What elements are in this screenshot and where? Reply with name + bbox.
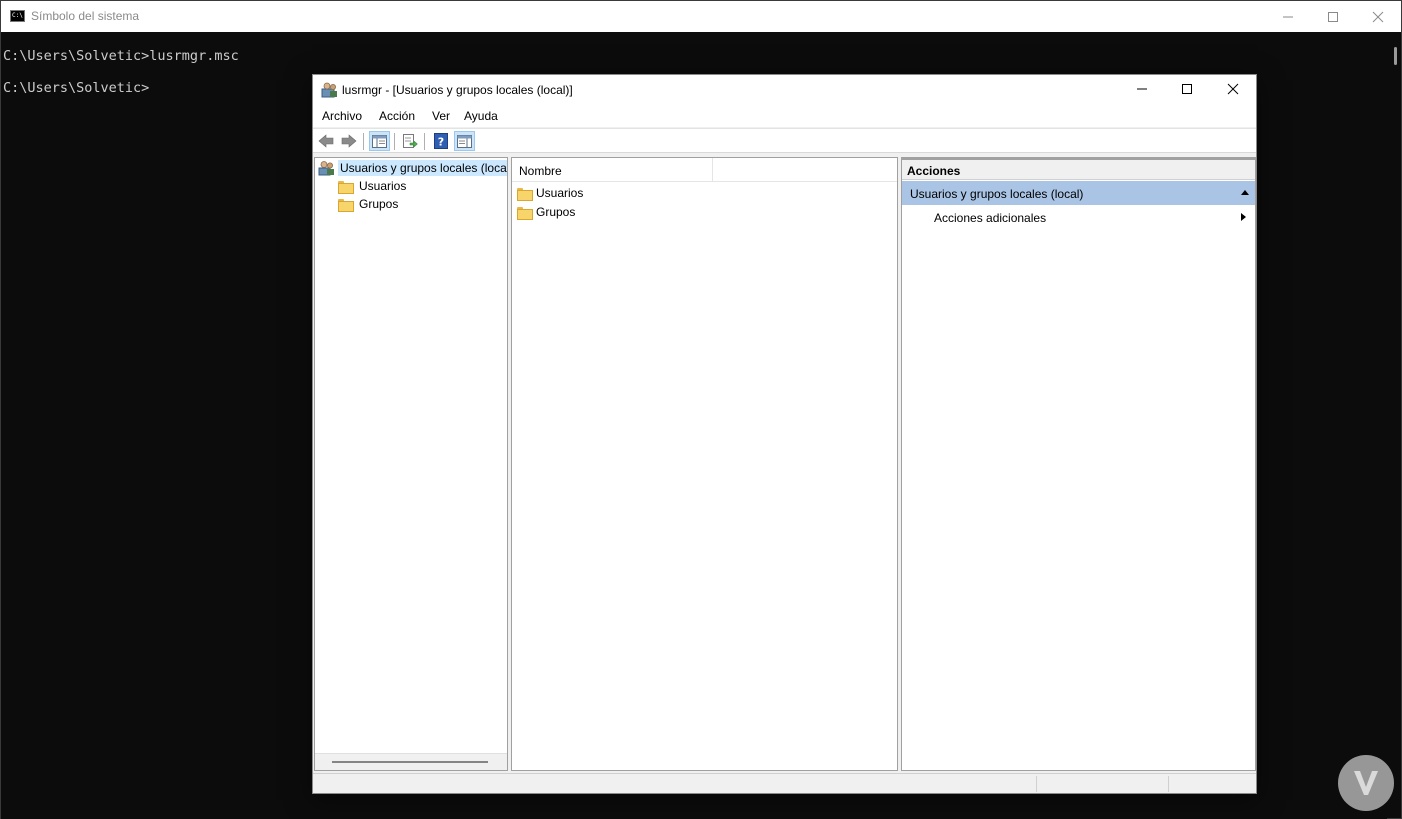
folder-icon (338, 180, 354, 194)
minimize-icon (1283, 16, 1293, 17)
status-bar (313, 773, 1256, 793)
toolbar: ? (313, 128, 1256, 153)
tree-item-root[interactable]: Usuarios y grupos locales (local) (318, 159, 507, 177)
menu-bar: Archivo Acción Ver Ayuda (313, 105, 1256, 127)
minimize-button[interactable] (1119, 75, 1165, 103)
export-list-icon (402, 134, 418, 148)
show-hide-console-tree-icon (372, 134, 387, 148)
scrollbar-thumb[interactable] (332, 761, 488, 763)
folder-icon (517, 206, 533, 220)
help-button[interactable]: ? (430, 131, 451, 151)
column-header-nombre[interactable]: Nombre (519, 164, 562, 178)
watermark-logo (1338, 755, 1394, 811)
collapse-arrow-icon[interactable] (1241, 190, 1249, 195)
console-minimize-button[interactable] (1265, 1, 1311, 32)
close-icon (1372, 11, 1384, 22)
actions-section-header[interactable]: Usuarios y grupos locales (local) (902, 181, 1255, 205)
help-icon: ? (433, 133, 448, 149)
maximize-icon (1182, 84, 1192, 94)
users-groups-icon (318, 161, 334, 176)
results-list-pane[interactable]: Nombre Usuarios Grupos (511, 157, 898, 771)
watermark-v-icon (1354, 771, 1378, 795)
forward-button[interactable] (338, 131, 359, 151)
folder-icon (517, 187, 533, 201)
console-app-icon (10, 10, 25, 22)
toolbar-separator (424, 133, 425, 150)
actions-header-label: Acciones (907, 164, 961, 178)
tree-horizontal-scrollbar[interactable] (315, 753, 507, 770)
menu-ver[interactable]: Ver (432, 109, 450, 123)
console-line: C:\Users\Solvetic>lusrmgr.msc (3, 48, 239, 64)
close-button[interactable] (1210, 75, 1256, 103)
back-icon (318, 134, 333, 148)
console-tree-pane[interactable]: Usuarios y grupos locales (local) Usuari… (314, 157, 508, 771)
folder-icon (338, 198, 354, 212)
list-header: Nombre (512, 158, 897, 182)
menu-accion[interactable]: Acción (379, 109, 415, 123)
menu-ayuda[interactable]: Ayuda (464, 109, 498, 123)
actions-header: Acciones (902, 158, 1255, 180)
submenu-arrow-icon (1241, 213, 1246, 221)
list-item-grupos[interactable]: Grupos (517, 203, 575, 221)
console-titlebar[interactable]: Símbolo del sistema (1, 1, 1401, 32)
tree-item-root-label: Usuarios y grupos locales (local) (338, 160, 507, 176)
list-item-usuarios[interactable]: Usuarios (517, 184, 583, 202)
column-divider[interactable] (712, 158, 713, 182)
window-title: lusrmgr - [Usuarios y grupos locales (lo… (342, 83, 573, 97)
back-button[interactable] (315, 131, 336, 151)
list-item-label: Usuarios (536, 186, 584, 200)
toolbar-separator (363, 133, 364, 150)
toolbar-separator (394, 133, 395, 150)
console-prompt-line: C:\Users\Solvetic> (3, 80, 150, 96)
actions-pane: Acciones Usuarios y grupos locales (loca… (901, 157, 1256, 771)
maximize-button[interactable] (1164, 75, 1210, 103)
action-more-actions[interactable]: Acciones adicionales (902, 207, 1255, 227)
status-cell (1168, 776, 1169, 792)
show-hide-action-pane-icon (457, 134, 472, 148)
close-icon (1227, 83, 1239, 95)
svg-text:?: ? (437, 136, 443, 149)
maximize-icon (1328, 11, 1338, 22)
tree-item-label: Usuarios (359, 179, 407, 193)
lusrmgr-window: lusrmgr - [Usuarios y grupos locales (lo… (312, 74, 1257, 794)
show-hide-action-pane-button[interactable] (454, 131, 475, 151)
console-maximize-button[interactable] (1310, 1, 1356, 32)
status-cell (1036, 776, 1037, 792)
menu-archivo[interactable]: Archivo (322, 109, 362, 123)
console-title: Símbolo del sistema (31, 9, 140, 23)
export-list-button[interactable] (399, 131, 420, 151)
action-more-actions-label: Acciones adicionales (934, 211, 1047, 225)
console-scrollbar[interactable] (1394, 47, 1397, 65)
tree-item-usuarios[interactable]: Usuarios (338, 177, 408, 195)
list-item-label: Grupos (536, 205, 576, 219)
actions-section-label: Usuarios y grupos locales (local) (910, 187, 1084, 201)
console-close-button[interactable] (1355, 1, 1401, 32)
minimize-icon (1137, 88, 1147, 90)
tree-item-label: Grupos (359, 197, 399, 211)
show-hide-console-tree-button[interactable] (369, 131, 390, 151)
users-groups-app-icon (321, 82, 337, 98)
tree-item-grupos[interactable]: Grupos (338, 195, 400, 213)
lusrmgr-titlebar[interactable]: lusrmgr - [Usuarios y grupos locales (lo… (313, 75, 1256, 105)
forward-icon (341, 134, 356, 148)
